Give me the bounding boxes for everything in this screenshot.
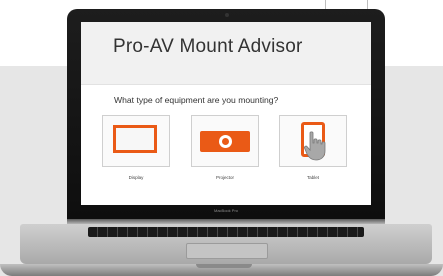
projector-lens-core	[222, 138, 229, 145]
app-title: Pro-AV Mount Advisor	[113, 36, 303, 57]
question-text: What type of equipment are you mounting?	[114, 95, 279, 105]
projector-lens	[219, 135, 232, 148]
laptop-screen: Pro-AV Mount Advisor What type of equipm…	[81, 22, 371, 205]
option-label-projector: Projector	[215, 175, 234, 180]
hand-pointer-icon	[304, 131, 326, 161]
projector-icon	[200, 131, 250, 152]
option-projector[interactable]	[191, 115, 259, 167]
laptop-brand-label: MacBook Pro	[213, 208, 238, 213]
option-label-display: Display	[128, 175, 144, 180]
laptop-trackpad	[186, 243, 268, 259]
camera-dot	[225, 13, 229, 17]
laptop-screen-bezel: Pro-AV Mount Advisor What type of equipm…	[67, 9, 385, 221]
laptop-notch	[196, 264, 252, 268]
laptop-keyboard	[88, 227, 364, 237]
app-header: Pro-AV Mount Advisor	[81, 22, 371, 85]
option-tablet[interactable]	[279, 115, 347, 167]
option-display[interactable]	[102, 115, 170, 167]
option-label-tablet: Tablet	[306, 175, 319, 180]
display-icon	[113, 125, 157, 153]
